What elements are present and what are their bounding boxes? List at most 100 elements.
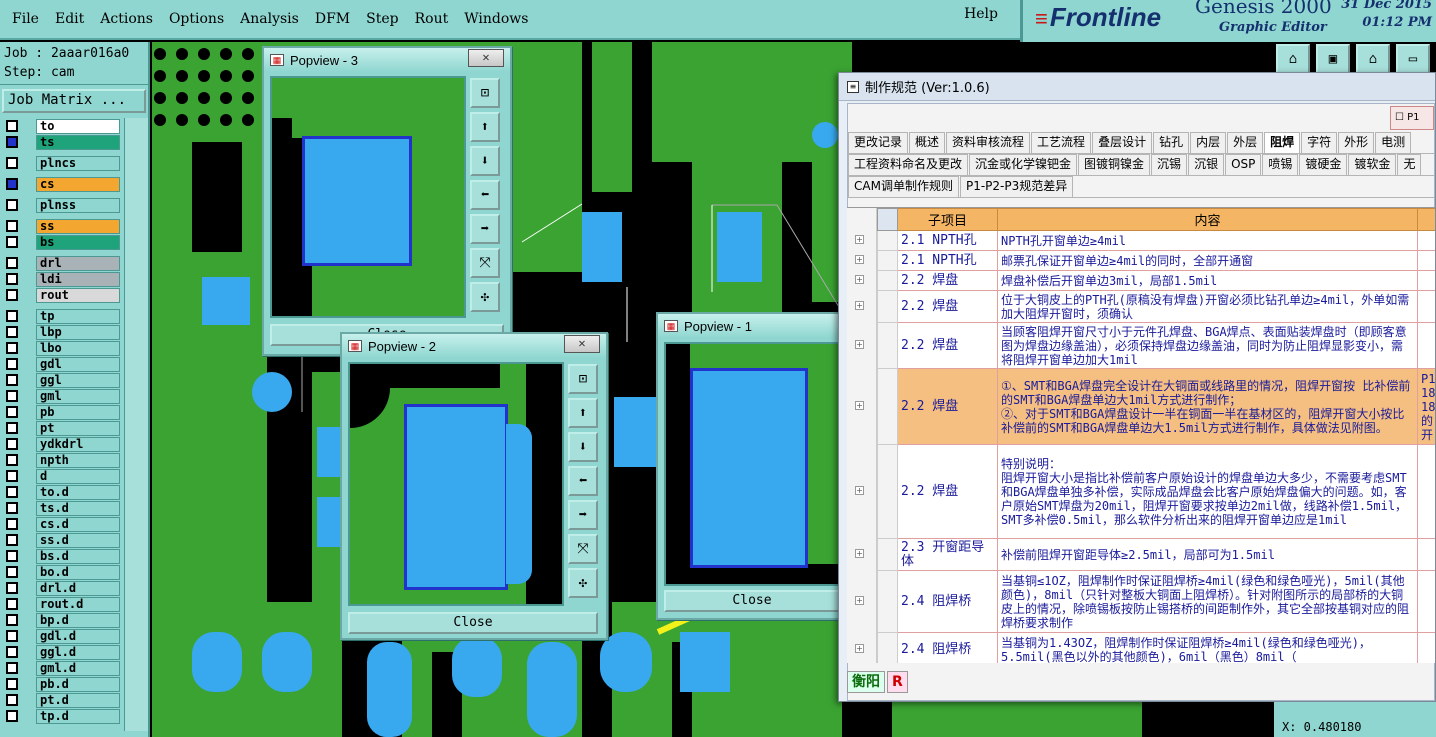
- layer-checkbox[interactable]: [6, 326, 18, 338]
- spec-tab[interactable]: 字符: [1301, 132, 1338, 153]
- layer-row[interactable]: plncs: [2, 155, 122, 171]
- layer-checkbox[interactable]: [6, 630, 18, 642]
- layer-row[interactable]: ldi: [2, 271, 122, 287]
- layer-checkbox[interactable]: [6, 486, 18, 498]
- col-header-content[interactable]: 内容: [997, 208, 1418, 231]
- spec-tab[interactable]: 沉金或化学镍钯金: [969, 154, 1078, 175]
- layer-row[interactable]: gdl: [2, 356, 122, 372]
- layer-name[interactable]: drl.d: [36, 580, 120, 596]
- popview-2-window[interactable]: ▦ Popview - 2 ✕ ⊡ ⬆ ⬇ ⬅ ➡ ⤧ ✣ Close: [340, 332, 608, 640]
- spec-tab[interactable]: 电测: [1375, 132, 1412, 153]
- pan-right-icon[interactable]: ➡: [568, 500, 598, 530]
- layer-checkbox[interactable]: [6, 136, 18, 148]
- menu-windows[interactable]: Windows: [456, 11, 536, 27]
- layer-name[interactable]: plncs: [36, 155, 120, 171]
- layer-name[interactable]: ggl: [36, 372, 120, 388]
- sheet-tab-r[interactable]: R: [887, 671, 908, 693]
- layer-checkbox[interactable]: [6, 518, 18, 530]
- layer-row[interactable]: ts: [2, 134, 122, 150]
- popview-3-window[interactable]: ▦ Popview - 3 ✕ ⊡ ⬆ ⬇ ⬅ ➡ ⤧ ✣ Close: [262, 46, 512, 356]
- layer-checkbox[interactable]: [6, 374, 18, 386]
- pan-down-icon[interactable]: ⬇: [568, 432, 598, 462]
- layer-name[interactable]: gml: [36, 388, 120, 404]
- pan-left-icon[interactable]: ⬅: [470, 180, 500, 210]
- layer-name[interactable]: drl: [36, 255, 120, 271]
- layer-checkbox[interactable]: [6, 534, 18, 546]
- layer-checkbox[interactable]: [6, 566, 18, 578]
- row-selector[interactable]: [877, 444, 898, 539]
- table-row[interactable]: 2.4 阻焊桥 当基铜为1.43OZ，阻焊制作时保证阻焊桥≥4mil(绿色和绿色哑…: [877, 632, 1435, 663]
- layer-row[interactable]: gdl.d: [2, 628, 122, 644]
- expand-icon[interactable]: +: [855, 255, 864, 264]
- expand-icon[interactable]: +: [855, 401, 864, 410]
- menu-analysis[interactable]: Analysis: [232, 11, 307, 27]
- zoom-out-icon[interactable]: ✣: [470, 282, 500, 312]
- popview-2-close-x-button[interactable]: ✕: [564, 335, 600, 353]
- layer-row[interactable]: ts.d: [2, 500, 122, 516]
- menu-actions[interactable]: Actions: [92, 11, 161, 27]
- job-matrix-button[interactable]: Job Matrix ...: [2, 89, 146, 113]
- layer-checkbox[interactable]: [6, 598, 18, 610]
- pan-left-icon[interactable]: ⬅: [568, 466, 598, 496]
- layer-name[interactable]: bp.d: [36, 612, 120, 628]
- layer-name[interactable]: pb: [36, 404, 120, 420]
- spec-tab[interactable]: CAM调单制作规则: [848, 176, 959, 197]
- spec-tab[interactable]: 沉银: [1188, 154, 1225, 175]
- row-selector[interactable]: [877, 632, 898, 663]
- spec-tab[interactable]: 外形: [1338, 132, 1375, 153]
- layer-checkbox[interactable]: [6, 273, 18, 285]
- spec-tab[interactable]: 工程资料命名及更改: [848, 154, 969, 175]
- table-row[interactable]: 2.1 NPTH孔 邮票孔保证开窗单边≥4mil的同时，全部开通窗: [877, 250, 1435, 271]
- layer-name[interactable]: to: [36, 118, 120, 134]
- spec-window[interactable]: ≡ 制作规范 (Ver:1.0.6) ☐ P1 更改记录 概述 资料审核流程 工艺流程…: [838, 72, 1436, 702]
- layer-row[interactable]: drl.d: [2, 580, 122, 596]
- layer-name[interactable]: gdl: [36, 356, 120, 372]
- row-selector[interactable]: [877, 270, 898, 291]
- table-row[interactable]: 2.2 焊盘 ①、SMT和BGA焊盘完全设计在大铜面或线路里的情况，阻焊开窗按 比…: [877, 368, 1435, 445]
- layer-checkbox[interactable]: [6, 502, 18, 514]
- layer-checkbox[interactable]: [6, 422, 18, 434]
- menu-dfm[interactable]: DFM: [307, 11, 358, 27]
- layer-row[interactable]: ss: [2, 218, 122, 234]
- level-checkbox[interactable]: ☐ P1: [1390, 106, 1434, 130]
- row-selector[interactable]: [877, 290, 898, 323]
- layer-name[interactable]: ss.d: [36, 532, 120, 548]
- house-icon[interactable]: ⌂: [1356, 44, 1390, 74]
- layer-checkbox[interactable]: [6, 614, 18, 626]
- layer-name[interactable]: pt.d: [36, 692, 120, 708]
- expand-icon[interactable]: +: [855, 340, 864, 349]
- spec-tab[interactable]: 概述: [909, 132, 946, 153]
- layer-name[interactable]: rout.d: [36, 596, 120, 612]
- layer-name[interactable]: ts.d: [36, 500, 120, 516]
- layer-name[interactable]: ggl.d: [36, 644, 120, 660]
- spec-tab[interactable]: 钻孔: [1153, 132, 1190, 153]
- layer-checkbox[interactable]: [6, 257, 18, 269]
- layer-checkbox[interactable]: [6, 454, 18, 466]
- layer-name[interactable]: tp.d: [36, 708, 120, 724]
- menu-step[interactable]: Step: [358, 11, 406, 27]
- layer-checkbox[interactable]: [6, 390, 18, 402]
- layer-checkbox[interactable]: [6, 178, 18, 190]
- layer-checkbox[interactable]: [6, 236, 18, 248]
- popview-1-view[interactable]: [664, 342, 848, 586]
- row-selector[interactable]: [877, 368, 898, 445]
- zoom-fit-icon[interactable]: ⊡: [568, 364, 598, 394]
- layer-row[interactable]: drl: [2, 255, 122, 271]
- popview-1-titlebar[interactable]: ▦ Popview - 1: [658, 314, 844, 338]
- home-icon[interactable]: ⌂: [1276, 44, 1310, 74]
- layer-name[interactable]: bs: [36, 234, 120, 250]
- spec-tab[interactable]: 镀软金: [1348, 154, 1397, 175]
- layer-row[interactable]: rout: [2, 287, 122, 303]
- layer-row[interactable]: cs.d: [2, 516, 122, 532]
- layer-name[interactable]: rout: [36, 287, 120, 303]
- layer-checkbox[interactable]: [6, 582, 18, 594]
- screen-icon[interactable]: ▭: [1396, 44, 1430, 74]
- table-row[interactable]: 2.4 阻焊桥 当基铜≤1OZ，阻焊制作时保证阻焊桥≥4mil(绿色和绿色哑光)，…: [877, 570, 1435, 633]
- layer-row[interactable]: bs.d: [2, 548, 122, 564]
- layer-row[interactable]: pt: [2, 420, 122, 436]
- layer-name[interactable]: npth: [36, 452, 120, 468]
- layer-name[interactable]: bs.d: [36, 548, 120, 564]
- layer-row[interactable]: pt.d: [2, 692, 122, 708]
- table-row[interactable]: 2.2 焊盘 特别说明： 阻焊开窗大小是指比补偿前客户原始设计的焊盘单边大多少，不…: [877, 444, 1435, 539]
- layer-checkbox[interactable]: [6, 662, 18, 674]
